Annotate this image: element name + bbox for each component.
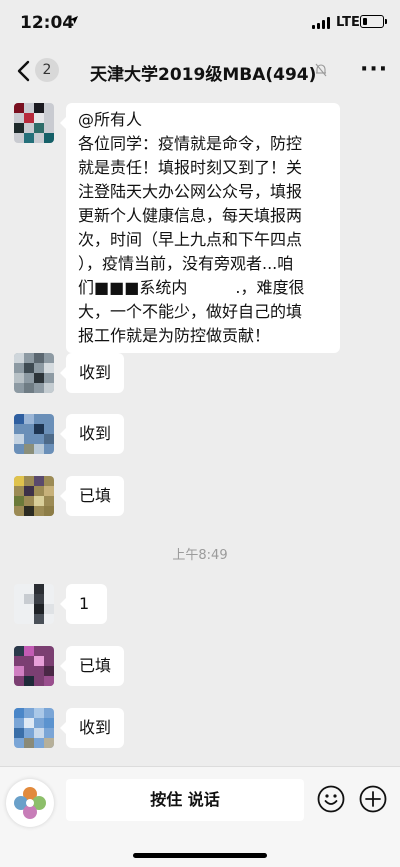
status-bar: 12:04 LTE (0, 0, 400, 44)
more-icon[interactable]: ··· (360, 57, 388, 82)
network-label: LTE (336, 15, 360, 30)
avatar[interactable] (14, 476, 54, 516)
message-text: 已填 (79, 486, 112, 505)
avatar[interactable] (14, 103, 54, 143)
input-bar: 按住 说话 (0, 766, 400, 867)
location-arrow-icon (70, 16, 78, 24)
message-text: 们■■■系统内 .，难度很 (78, 278, 305, 297)
message-text: 各位同学：疫情就是命令，防控 (78, 134, 303, 153)
avatar[interactable] (14, 414, 54, 454)
home-indicator (133, 853, 267, 858)
plus-icon[interactable] (358, 784, 388, 814)
avatar[interactable] (14, 708, 54, 748)
avatar[interactable] (14, 646, 54, 686)
chat-title[interactable]: 天津大学2019级MBA(494) (90, 60, 316, 85)
avatar[interactable] (14, 353, 54, 393)
message-bubble[interactable]: @所有人 各位同学：疫情就是命令，防控 就是责任！填报时刻又到了！关 注登陆天大… (60, 103, 340, 353)
status-time: 12:04 (20, 13, 75, 33)
chat-header: 2 天津大学2019级MBA(494) ··· (0, 44, 400, 98)
message-bubble[interactable]: 已填 (59, 646, 125, 686)
message-list[interactable]: @所有人 各位同学：疫情就是命令，防控 就是责任！填报时刻又到了！关 注登陆天大… (0, 98, 400, 766)
signal-icon (312, 17, 332, 29)
message-text: 1 (79, 594, 90, 613)
avatar[interactable] (14, 584, 54, 624)
message-bubble[interactable]: 1 (59, 584, 108, 624)
emoji-icon[interactable] (316, 784, 346, 814)
message-text: 报工作就是为防控做贡献！ (78, 326, 271, 345)
message-text: 收到 (79, 424, 112, 443)
message-text: 次，时间（早上九点和下午四点 (78, 230, 303, 249)
message-text: ），疫情当前，没有旁观者...咱 (78, 254, 294, 273)
message-text: 收到 (79, 363, 112, 382)
message-bubble[interactable]: 收到 (59, 414, 125, 454)
message-text: 收到 (79, 718, 112, 737)
press-to-talk-button[interactable]: 按住 说话 (66, 779, 304, 821)
mute-bell-icon (315, 63, 327, 77)
message-text: @所有人 (78, 110, 143, 129)
message-bubble[interactable]: 收到 (59, 708, 125, 748)
message-text: 已填 (79, 656, 112, 675)
unread-count-badge[interactable]: 2 (35, 58, 59, 82)
message-bubble[interactable]: 已填 (59, 476, 125, 516)
timestamp-divider: 上午8:49 (172, 548, 228, 563)
message-text: 大，一个不能少，做好自己的填 (78, 302, 303, 321)
message-text: 更新个人健康信息，每天填报两 (78, 206, 303, 225)
message-text: 注登陆天大办公网公众号，填报 (78, 182, 303, 201)
message-bubble[interactable]: 收到 (59, 353, 125, 393)
voice-icon[interactable] (6, 779, 54, 827)
message-text: 就是责任！填报时刻又到了！关 (78, 158, 303, 177)
battery-icon (360, 15, 387, 28)
